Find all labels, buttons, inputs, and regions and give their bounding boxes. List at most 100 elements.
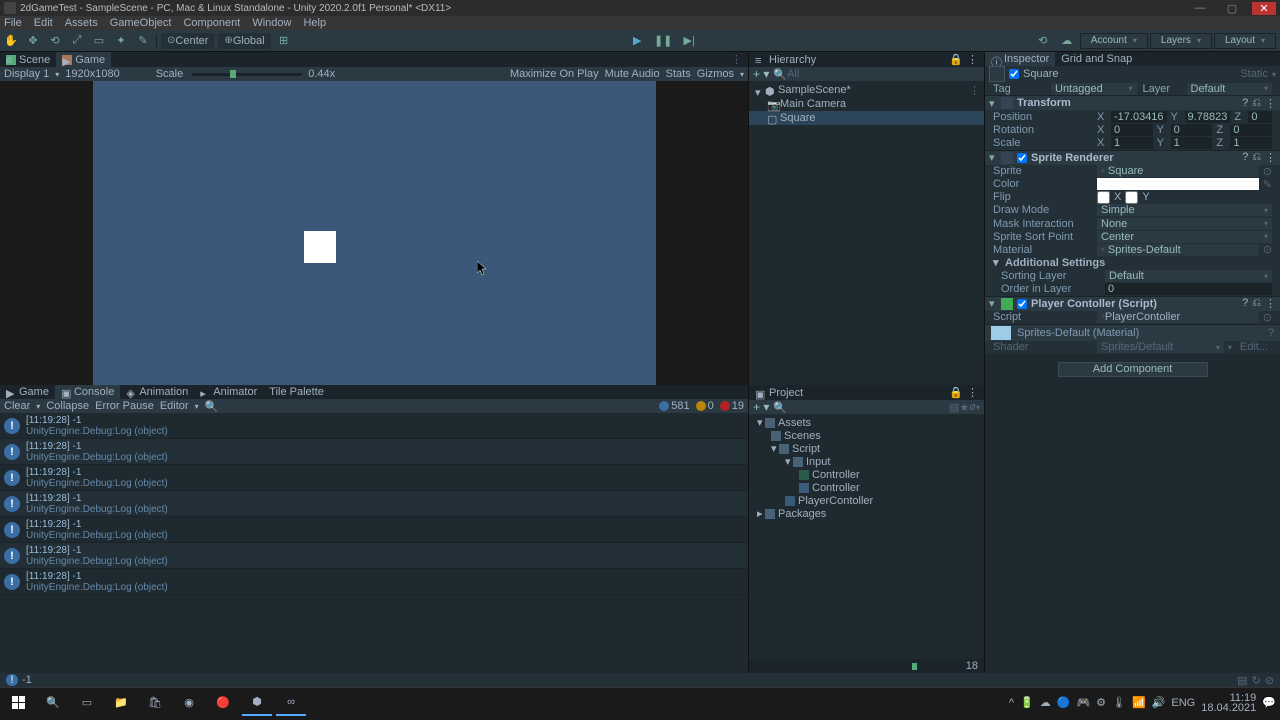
sprite-color[interactable]: [1097, 178, 1259, 190]
account-dropdown[interactable]: Account: [1080, 33, 1148, 49]
move-tool[interactable]: ✥: [23, 32, 43, 50]
unity-button[interactable]: ⬢: [242, 690, 272, 716]
custom-tool[interactable]: ✎: [133, 32, 153, 50]
console-log[interactable]: ![11:19:28] -1UnityEngine.Debug:Log (obj…: [0, 413, 748, 673]
console-collapse[interactable]: Collapse: [46, 400, 89, 412]
scale-tool[interactable]: ⤢: [67, 32, 87, 50]
flip-x[interactable]: [1097, 191, 1110, 204]
menu-assets[interactable]: Assets: [65, 17, 98, 29]
yandex-button[interactable]: 🔴: [208, 690, 238, 716]
info-count[interactable]: 581: [671, 400, 689, 412]
object-picker-icon[interactable]: ⊙: [1263, 165, 1272, 178]
clock[interactable]: 11:1918.04.2021: [1201, 693, 1256, 713]
transform-tool[interactable]: ✦: [111, 32, 131, 50]
tab-grid-snap[interactable]: Grid and Snap: [1055, 52, 1138, 66]
scale-slider[interactable]: [192, 73, 302, 76]
tab-scene[interactable]: #Scene: [0, 52, 56, 67]
rect-tool[interactable]: ▭: [89, 32, 109, 50]
tab-game[interactable]: ▶Game: [56, 52, 111, 67]
layout-dropdown[interactable]: Layout: [1214, 33, 1276, 49]
console-editor[interactable]: Editor: [160, 400, 189, 412]
project-playercontroller[interactable]: PlayerContoller: [749, 494, 984, 507]
layer-dropdown[interactable]: Default: [1187, 83, 1273, 95]
explorer-button[interactable]: 📁: [106, 690, 136, 716]
tray-chevron-icon[interactable]: ^: [1009, 697, 1014, 709]
position-z[interactable]: 0: [1248, 111, 1272, 123]
sprite-field[interactable]: Square: [1097, 165, 1259, 177]
system-tray[interactable]: ^ 🔋☁🔵🎮⚙🌡📶🔊 ENG 11:1918.04.2021 💬: [1009, 693, 1276, 713]
aspect-dropdown[interactable]: 1920x1080: [65, 68, 119, 80]
gameobject-icon-button[interactable]: [989, 66, 1005, 82]
tab-game-bottom[interactable]: ▶Game: [0, 385, 55, 399]
project-hidden-icon[interactable]: ø: [969, 401, 976, 413]
tab-menu-icon[interactable]: ⋮: [725, 53, 748, 66]
maximize-on-play[interactable]: Maximize On Play: [510, 68, 599, 80]
hierarchy-menu-icon[interactable]: ⋮: [967, 53, 978, 66]
add-component-button[interactable]: Add Component: [1058, 362, 1208, 377]
rotation-y[interactable]: 0: [1171, 124, 1213, 136]
project-input-folder[interactable]: ▾Input: [749, 455, 984, 468]
project-assets[interactable]: ▾Assets: [749, 416, 984, 429]
flip-y[interactable]: [1125, 191, 1138, 204]
hierarchy-scene[interactable]: ▾⬢SampleScene*⋮: [749, 83, 984, 97]
sprite-renderer-enabled[interactable]: [1017, 153, 1027, 163]
step-button[interactable]: ▶|: [679, 32, 699, 50]
console-clear[interactable]: Clear: [4, 400, 30, 412]
status-tray-icon[interactable]: ▤: [1237, 674, 1247, 687]
close-button[interactable]: ✕: [1252, 2, 1276, 15]
position-y[interactable]: 9.78823: [1185, 111, 1231, 123]
layers-dropdown[interactable]: Layers: [1150, 33, 1212, 49]
project-add-button[interactable]: + ▾: [753, 400, 769, 414]
log-entry[interactable]: ![11:19:28] -1UnityEngine.Debug:Log (obj…: [0, 465, 748, 491]
gizmos-dropdown[interactable]: Gizmos: [697, 68, 734, 80]
pivot-toggle[interactable]: ⊙ Center: [161, 33, 214, 49]
sort-point-dropdown[interactable]: Center: [1097, 231, 1272, 243]
scale-z[interactable]: 1: [1230, 137, 1272, 149]
mask-dropdown[interactable]: None: [1097, 218, 1272, 230]
project-filter-icon[interactable]: ▤: [949, 401, 959, 414]
start-button[interactable]: [4, 690, 34, 716]
hierarchy-search[interactable]: All: [787, 68, 799, 80]
sorting-layer-dropdown[interactable]: Default: [1105, 270, 1272, 282]
minimize-button[interactable]: —: [1188, 2, 1212, 15]
sprite-renderer-header[interactable]: ▾ Sprite Renderer ?⎌⋮: [985, 150, 1280, 165]
color-picker-icon[interactable]: ✎: [1263, 178, 1272, 191]
material-field[interactable]: Sprites-Default: [1097, 244, 1259, 256]
hierarchy-item-square[interactable]: ▢Square: [749, 111, 984, 125]
log-entry[interactable]: ![11:19:28] -1UnityEngine.Debug:Log (obj…: [0, 439, 748, 465]
material-header[interactable]: Sprites-Default (Material) ?: [985, 324, 1280, 341]
tab-animator[interactable]: ▸Animator: [194, 385, 263, 399]
tab-inspector[interactable]: ⓘInspector: [985, 52, 1055, 66]
project-scenes[interactable]: Scenes: [749, 429, 984, 442]
cloud-icon[interactable]: ☁: [1057, 32, 1077, 50]
rotation-x[interactable]: 0: [1111, 124, 1153, 136]
log-entry[interactable]: ![11:19:28] -1UnityEngine.Debug:Log (obj…: [0, 543, 748, 569]
warn-count[interactable]: 0: [708, 400, 714, 412]
script-enabled[interactable]: [1017, 299, 1027, 309]
menu-component[interactable]: Component: [183, 17, 240, 29]
static-dropdown[interactable]: Static: [1240, 68, 1268, 80]
gameobject-name[interactable]: Square: [1023, 68, 1236, 80]
chrome-button[interactable]: ◉: [174, 690, 204, 716]
project-favorite-icon[interactable]: ★: [959, 401, 969, 414]
tag-dropdown[interactable]: Untagged: [1051, 83, 1137, 95]
hierarchy-add-button[interactable]: + ▾: [753, 67, 769, 81]
project-packages[interactable]: ▸Packages: [749, 507, 984, 520]
transform-header[interactable]: ▾ Transform ?⎌⋮: [985, 95, 1280, 110]
position-x[interactable]: -17.03416: [1111, 111, 1167, 123]
log-entry[interactable]: ![11:19:28] -1UnityEngine.Debug:Log (obj…: [0, 569, 748, 595]
order-in-layer[interactable]: 0: [1105, 283, 1272, 295]
error-count[interactable]: 19: [732, 400, 744, 412]
maximize-button[interactable]: ▢: [1220, 2, 1244, 15]
scale-y[interactable]: 1: [1171, 137, 1213, 149]
player-controller-header[interactable]: ▾ Player Contoller (Script) ?⎌⋮: [985, 296, 1280, 311]
log-entry[interactable]: ![11:19:28] -1UnityEngine.Debug:Log (obj…: [0, 517, 748, 543]
draw-mode-dropdown[interactable]: Simple: [1097, 204, 1272, 216]
task-view-button[interactable]: ▭: [72, 690, 102, 716]
search-button[interactable]: 🔍: [38, 690, 68, 716]
notifications-button[interactable]: 💬: [1262, 696, 1276, 709]
thumbnail-slider[interactable]: [912, 665, 962, 668]
rotation-z[interactable]: 0: [1230, 124, 1272, 136]
collab-icon[interactable]: ⟲: [1033, 32, 1053, 50]
menu-file[interactable]: File: [4, 17, 22, 29]
